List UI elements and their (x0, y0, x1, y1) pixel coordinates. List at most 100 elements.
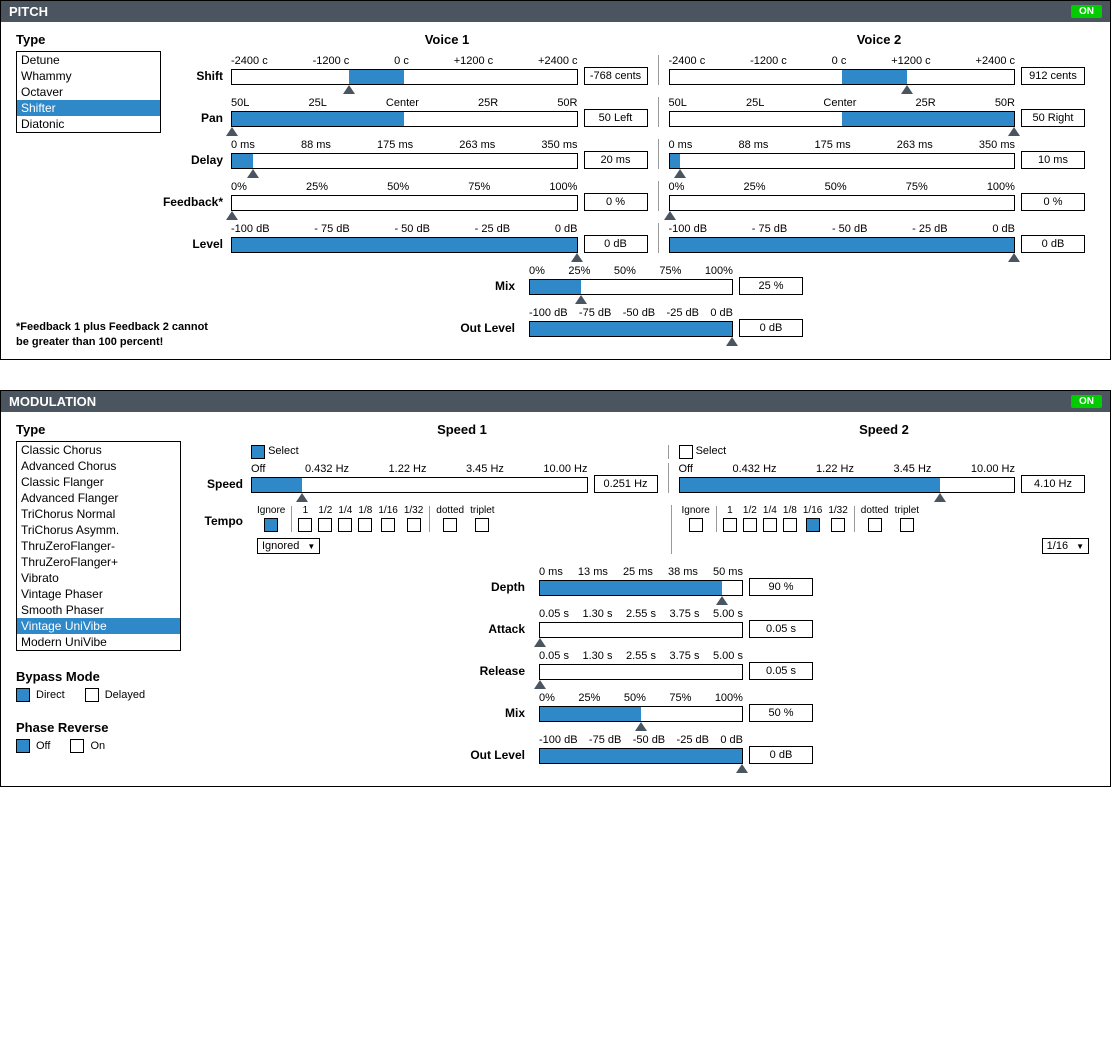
level-label: Level (161, 235, 231, 253)
bypass-mode-title: Bypass Mode (16, 669, 181, 684)
type-item[interactable]: Detune (17, 52, 160, 68)
type-item[interactable]: Diatonic (17, 116, 160, 132)
tempo2-Ignore-check[interactable] (689, 518, 703, 532)
voice1-header: Voice 1 (231, 32, 663, 47)
pitch-type-list[interactable]: DetuneWhammyOctaverShifterDiatonic (16, 51, 161, 133)
pitch-mix-slider[interactable]: 0%25%50%75%100% (529, 265, 733, 295)
type-item[interactable]: Advanced Flanger (17, 490, 180, 506)
tempo2-dropdown[interactable]: 1/16 (1042, 538, 1089, 554)
tempo2-1/16-check[interactable] (806, 518, 820, 532)
bypass-delayed-label: Delayed (105, 689, 145, 701)
tempo2-1-check[interactable] (723, 518, 737, 532)
type-item[interactable]: TriChorus Asymm. (17, 522, 180, 538)
type-item[interactable]: Shifter (17, 100, 160, 116)
speed1-slider[interactable]: Off0.432 Hz1.22 Hz3.45 Hz10.00 Hz (251, 463, 588, 493)
tempo1-triplet-check[interactable] (475, 518, 489, 532)
voice1-feedback-slider[interactable]: 0%25%50%75%100% (231, 181, 578, 211)
voice1-level-value: 0 dB (584, 235, 648, 253)
type-item[interactable]: Vintage UniVibe (17, 618, 180, 634)
voice2-delay-value: 10 ms (1021, 151, 1085, 169)
tempo1-dropdown[interactable]: Ignored (257, 538, 320, 554)
tempo2-dotted-check[interactable] (868, 518, 882, 532)
voice2-feedback-slider[interactable]: 0%25%50%75%100% (669, 181, 1016, 211)
mod-outlevel-value: 0 dB (749, 746, 813, 764)
pitch-mix-label: Mix (453, 277, 523, 295)
tempo2-1/32-check[interactable] (831, 518, 845, 532)
speed1-select-label: Select (268, 445, 299, 459)
modulation-panel: MODULATION ON Type Classic ChorusAdvance… (0, 390, 1111, 787)
type-item[interactable]: Vibrato (17, 570, 180, 586)
type-item[interactable]: Whammy (17, 68, 160, 84)
mod-outlevel-slider[interactable]: -100 dB-75 dB-50 dB-25 dB0 dB (539, 734, 743, 764)
shift-label: Shift (161, 67, 231, 85)
type-item[interactable]: Modern UniVibe (17, 634, 180, 650)
voice2-feedback-value: 0 % (1021, 193, 1085, 211)
mod-type-list[interactable]: Classic ChorusAdvanced ChorusClassic Fla… (16, 441, 181, 651)
bypass-direct-check[interactable] (16, 688, 30, 702)
pitch-on-toggle[interactable]: ON (1071, 5, 1102, 18)
mod-mix-value: 50 % (749, 704, 813, 722)
pitch-mix-value: 25 % (739, 277, 803, 295)
voice1-pan-slider[interactable]: 50L25LCenter25R50R (231, 97, 578, 127)
speed2-select-label: Select (696, 445, 727, 459)
voice1-pan-value: 50 Left (584, 109, 648, 127)
speed1-value: 0.251 Hz (594, 475, 658, 493)
speed2-select-check[interactable] (679, 445, 693, 459)
voice2-level-value: 0 dB (1021, 235, 1085, 253)
mod-attack-slider[interactable]: 0.05 s1.30 s2.55 s3.75 s5.00 s (539, 608, 743, 638)
voice2-level-slider[interactable]: -100 dB- 75 dB- 50 dB- 25 dB0 dB (669, 223, 1016, 253)
type-item[interactable]: Classic Chorus (17, 442, 180, 458)
type-item[interactable]: Advanced Chorus (17, 458, 180, 474)
speed1-select-check[interactable] (251, 445, 265, 459)
bypass-delayed-check[interactable] (85, 688, 99, 702)
speed-label: Speed (181, 475, 251, 493)
voice2-pan-slider[interactable]: 50L25LCenter25R50R (669, 97, 1016, 127)
voice1-delay-slider[interactable]: 0 ms88 ms175 ms263 ms350 ms (231, 139, 578, 169)
type-item[interactable]: Vintage Phaser (17, 586, 180, 602)
delay-label: Delay (161, 151, 231, 169)
tempo1-Ignore-check[interactable] (264, 518, 278, 532)
type-item[interactable]: ThruZeroFlanger+ (17, 554, 180, 570)
phase-off-check[interactable] (16, 739, 30, 753)
tempo1-1/8-check[interactable] (358, 518, 372, 532)
pitch-header: PITCH ON (1, 1, 1110, 22)
tempo1-1/2-check[interactable] (318, 518, 332, 532)
tempo2-triplet-check[interactable] (900, 518, 914, 532)
voice1-shift-slider[interactable]: -2400 c-1200 c0 c+1200 c+2400 c (231, 55, 578, 85)
mod-mix-label: Mix (463, 704, 533, 722)
tempo1-dotted-check[interactable] (443, 518, 457, 532)
tempo1-1/32-check[interactable] (407, 518, 421, 532)
voice2-header: Voice 2 (663, 32, 1095, 47)
tempo2-1/2-check[interactable] (743, 518, 757, 532)
mod-attack-label: Attack (463, 620, 533, 638)
mod-mix-slider[interactable]: 0%25%50%75%100% (539, 692, 743, 722)
tempo2-1/4-check[interactable] (763, 518, 777, 532)
pitch-outlevel-slider[interactable]: -100 dB-75 dB-50 dB-25 dB0 dB (529, 307, 733, 337)
voice2-delay-slider[interactable]: 0 ms88 ms175 ms263 ms350 ms (669, 139, 1016, 169)
tempo2-1/8-check[interactable] (783, 518, 797, 532)
speed2-header: Speed 2 (673, 422, 1095, 437)
voice2-shift-slider[interactable]: -2400 c-1200 c0 c+1200 c+2400 c (669, 55, 1016, 85)
phase-on-label: On (90, 740, 105, 752)
phase-off-label: Off (36, 740, 50, 752)
speed2-slider[interactable]: Off0.432 Hz1.22 Hz3.45 Hz10.00 Hz (679, 463, 1016, 493)
modulation-on-toggle[interactable]: ON (1071, 395, 1102, 408)
type-item[interactable]: Smooth Phaser (17, 602, 180, 618)
mod-release-slider[interactable]: 0.05 s1.30 s2.55 s3.75 s5.00 s (539, 650, 743, 680)
type-item[interactable]: Classic Flanger (17, 474, 180, 490)
mod-release-label: Release (463, 662, 533, 680)
voice1-feedback-value: 0 % (584, 193, 648, 211)
phase-on-check[interactable] (70, 739, 84, 753)
tempo1-1/16-check[interactable] (381, 518, 395, 532)
type-item[interactable]: Octaver (17, 84, 160, 100)
pitch-outlevel-value: 0 dB (739, 319, 803, 337)
tempo1-1-check[interactable] (298, 518, 312, 532)
type-item[interactable]: TriChorus Normal (17, 506, 180, 522)
pitch-outlevel-label: Out Level (453, 319, 523, 337)
type-item[interactable]: ThruZeroFlanger- (17, 538, 180, 554)
tempo1-1/4-check[interactable] (338, 518, 352, 532)
mod-depth-slider[interactable]: 0 ms13 ms25 ms38 ms50 ms (539, 566, 743, 596)
voice1-level-slider[interactable]: -100 dB- 75 dB- 50 dB- 25 dB0 dB (231, 223, 578, 253)
phase-reverse-title: Phase Reverse (16, 720, 181, 735)
mod-outlevel-label: Out Level (463, 746, 533, 764)
